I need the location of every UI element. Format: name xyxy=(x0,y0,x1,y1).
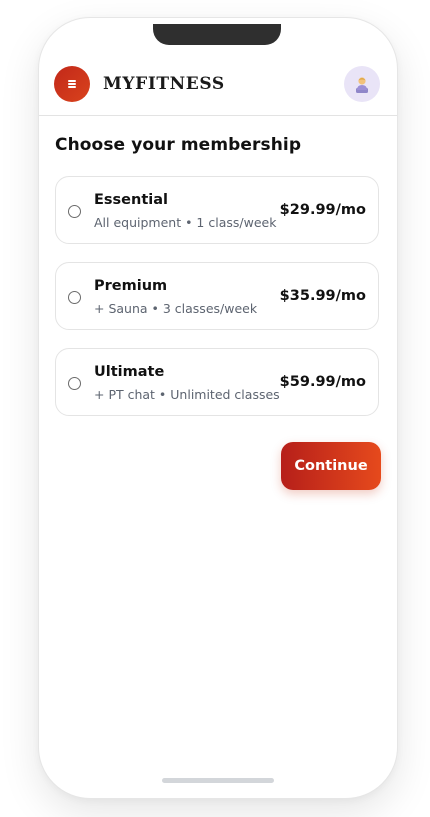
avatar-button[interactable] xyxy=(344,66,380,102)
hamburger-icon xyxy=(68,80,76,88)
app-header: MYFITNESS xyxy=(39,66,397,116)
plan-name: Essential xyxy=(94,192,168,208)
page-title: Choose your membership xyxy=(55,135,302,155)
menu-button[interactable] xyxy=(54,66,90,102)
user-avatar-icon xyxy=(356,77,368,93)
brand-title: MYFITNESS xyxy=(103,74,225,94)
plan-description: All equipment • 1 class/week xyxy=(94,215,277,230)
plan-option-ultimate[interactable]: Ultimate + PT chat • Unlimited classes $… xyxy=(55,348,379,416)
phone-frame: MYFITNESS Choose your membership Essenti… xyxy=(38,17,398,799)
plan-price: $29.99/mo xyxy=(279,202,366,218)
plan-description: + Sauna • 3 classes/week xyxy=(94,301,258,316)
plan-option-premium[interactable]: Premium + Sauna • 3 classes/week $35.99/… xyxy=(55,262,379,330)
radio-premium[interactable] xyxy=(68,291,81,304)
device-notch xyxy=(153,24,281,45)
plan-option-essential[interactable]: Essential All equipment • 1 class/week $… xyxy=(55,176,379,244)
plan-name: Ultimate xyxy=(94,364,165,380)
plan-description: + PT chat • Unlimited classes xyxy=(94,387,280,402)
home-indicator xyxy=(162,778,274,783)
plan-price: $35.99/mo xyxy=(279,288,366,304)
continue-button[interactable]: Continue xyxy=(281,442,381,490)
plan-price: $59.99/mo xyxy=(279,374,366,390)
radio-essential[interactable] xyxy=(68,205,81,218)
radio-ultimate[interactable] xyxy=(68,377,81,390)
plan-name: Premium xyxy=(94,278,168,294)
